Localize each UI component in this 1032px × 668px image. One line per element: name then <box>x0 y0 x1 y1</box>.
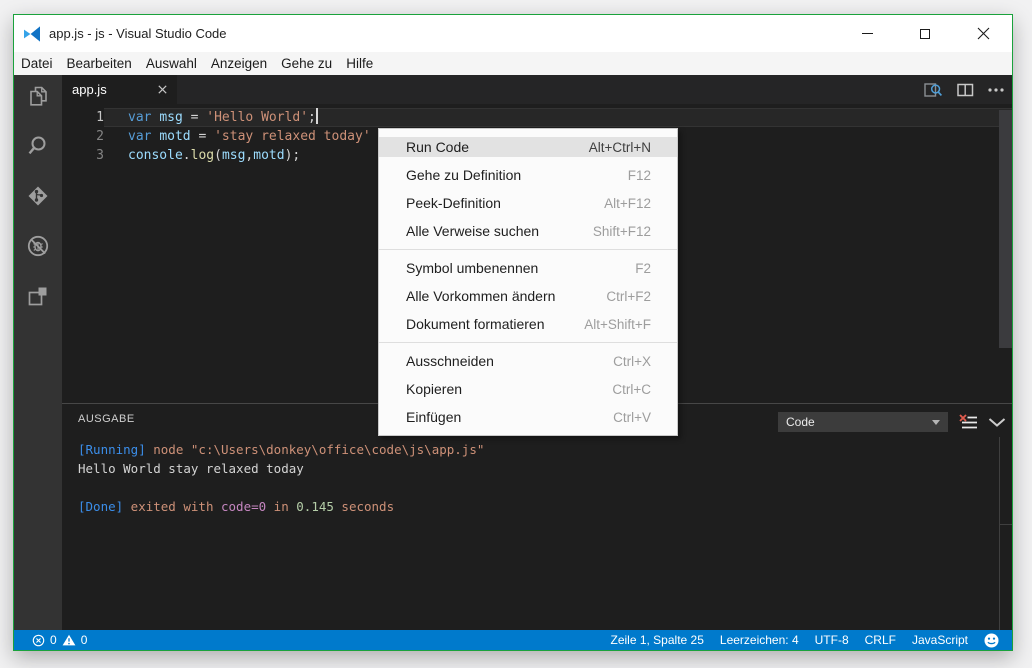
code-text[interactable]: var msg = 'Hello World'; <box>104 108 1012 127</box>
status-javascript[interactable]: JavaScript <box>912 633 968 647</box>
output-channel-select[interactable]: Code <box>778 412 948 432</box>
tab-close-icon[interactable] <box>158 85 167 94</box>
warnings-icon <box>62 634 76 646</box>
menu-bar: DateiBearbeitenAuswahlAnzeigenGehe zuHil… <box>14 52 1012 75</box>
menu-bearbeiten[interactable]: Bearbeiten <box>60 56 139 71</box>
context-item-alle-vorkommen-ändern[interactable]: Alle Vorkommen ändernCtrl+F2 <box>379 282 677 310</box>
errors-icon <box>32 634 45 647</box>
text-cursor <box>316 108 318 124</box>
menu-datei[interactable]: Datei <box>14 56 60 71</box>
debug-icon[interactable] <box>14 221 62 271</box>
tab-label: app.js <box>72 82 107 97</box>
open-preview-icon[interactable] <box>924 81 943 98</box>
close-button[interactable] <box>954 15 1012 52</box>
feedback-smiley-icon[interactable] <box>984 633 999 648</box>
panel-title[interactable]: AUSGABE <box>78 413 135 425</box>
context-item-gehe-zu-definition[interactable]: Gehe zu DefinitionF12 <box>379 161 677 189</box>
editor-actions <box>924 75 1004 104</box>
warnings-count: 0 <box>81 633 88 647</box>
explorer-icon[interactable] <box>14 71 62 121</box>
output-line: Hello World stay relaxed today <box>78 459 484 478</box>
tab-bar: app.js <box>62 75 1012 104</box>
status-crlf[interactable]: CRLF <box>865 633 896 647</box>
output-line: [Done] exited with code=0 in 0.145 secon… <box>78 497 484 516</box>
context-item-symbol-umbenennen[interactable]: Symbol umbenennenF2 <box>379 254 677 282</box>
context-item-run-code[interactable]: Run CodeAlt+Ctrl+N <box>379 133 677 161</box>
status-utf-8[interactable]: UTF-8 <box>815 633 849 647</box>
panel-controls: Code <box>778 412 1006 432</box>
context-item-ausschneiden[interactable]: AusschneidenCtrl+X <box>379 347 677 375</box>
extensions-icon[interactable] <box>14 271 62 321</box>
status-leerzeichen-4[interactable]: Leerzeichen: 4 <box>720 633 799 647</box>
activity-bar <box>14 75 62 630</box>
line-number: 1 <box>62 108 104 127</box>
desktop: app.js - js - Visual Studio Code DateiBe… <box>0 0 1032 668</box>
menu-anzeigen[interactable]: Anzeigen <box>204 56 274 71</box>
menu-separator <box>379 342 677 343</box>
menu-auswahl[interactable]: Auswahl <box>139 56 204 71</box>
title-bar[interactable]: app.js - js - Visual Studio Code <box>14 15 1012 52</box>
problems-status[interactable]: 0 0 <box>14 633 87 647</box>
errors-count: 0 <box>50 633 57 647</box>
menu-separator <box>379 249 677 250</box>
line-number: 2 <box>62 127 104 146</box>
output-line <box>78 478 484 497</box>
dropdown-arrow-icon <box>932 420 940 425</box>
maximize-button[interactable] <box>896 15 954 52</box>
search-icon[interactable] <box>14 121 62 171</box>
minimize-button[interactable] <box>838 15 896 52</box>
panel-scrollbar[interactable] <box>999 437 1000 630</box>
context-item-kopieren[interactable]: KopierenCtrl+C <box>379 375 677 403</box>
window-controls <box>838 15 1012 52</box>
output-log: [Running] node "c:\Users\donkey\office\c… <box>78 440 484 516</box>
menu-gehe-zu[interactable]: Gehe zu <box>274 56 339 71</box>
context-item-einfügen[interactable]: EinfügenCtrl+V <box>379 403 677 431</box>
channel-value: Code <box>786 415 815 429</box>
status-bar: 0 0 Zeile 1, Spalte 25 Leerzeichen: 4 UTF-… <box>14 630 1012 650</box>
context-menu: Run CodeAlt+Ctrl+NGehe zu DefinitionF12P… <box>378 128 678 436</box>
clear-output-icon[interactable] <box>958 414 978 431</box>
code-line-1: 1var msg = 'Hello World'; <box>62 108 1012 127</box>
status-zeile-1-spalte-25[interactable]: Zeile 1, Spalte 25 <box>610 633 703 647</box>
panel-scrollbar-tick <box>999 524 1012 525</box>
tab-appjs[interactable]: app.js <box>62 75 177 104</box>
editor-scrollbar[interactable] <box>999 110 1012 348</box>
status-right-items: Zeile 1, Spalte 25 Leerzeichen: 4 UTF-8 CRL… <box>610 633 968 647</box>
window-title: app.js - js - Visual Studio Code <box>49 26 227 41</box>
context-item-dokument-formatieren[interactable]: Dokument formatierenAlt+Shift+F <box>379 310 677 338</box>
split-editor-icon[interactable] <box>957 83 974 97</box>
hide-panel-chevron-icon[interactable] <box>988 418 1006 427</box>
vscode-window: app.js - js - Visual Studio Code DateiBe… <box>13 14 1013 651</box>
output-panel: AUSGABE Code [Running] node "c: <box>62 404 1012 630</box>
line-number: 3 <box>62 146 104 165</box>
source-control-icon[interactable] <box>14 171 62 221</box>
context-item-alle-verweise-suchen[interactable]: Alle Verweise suchenShift+F12 <box>379 217 677 245</box>
output-line: [Running] node "c:\Users\donkey\office\c… <box>78 440 484 459</box>
vscode-logo-icon <box>23 25 41 43</box>
more-actions-icon[interactable] <box>988 88 1004 92</box>
context-item-peek-definition[interactable]: Peek-DefinitionAlt+F12 <box>379 189 677 217</box>
menu-hilfe[interactable]: Hilfe <box>339 56 380 71</box>
